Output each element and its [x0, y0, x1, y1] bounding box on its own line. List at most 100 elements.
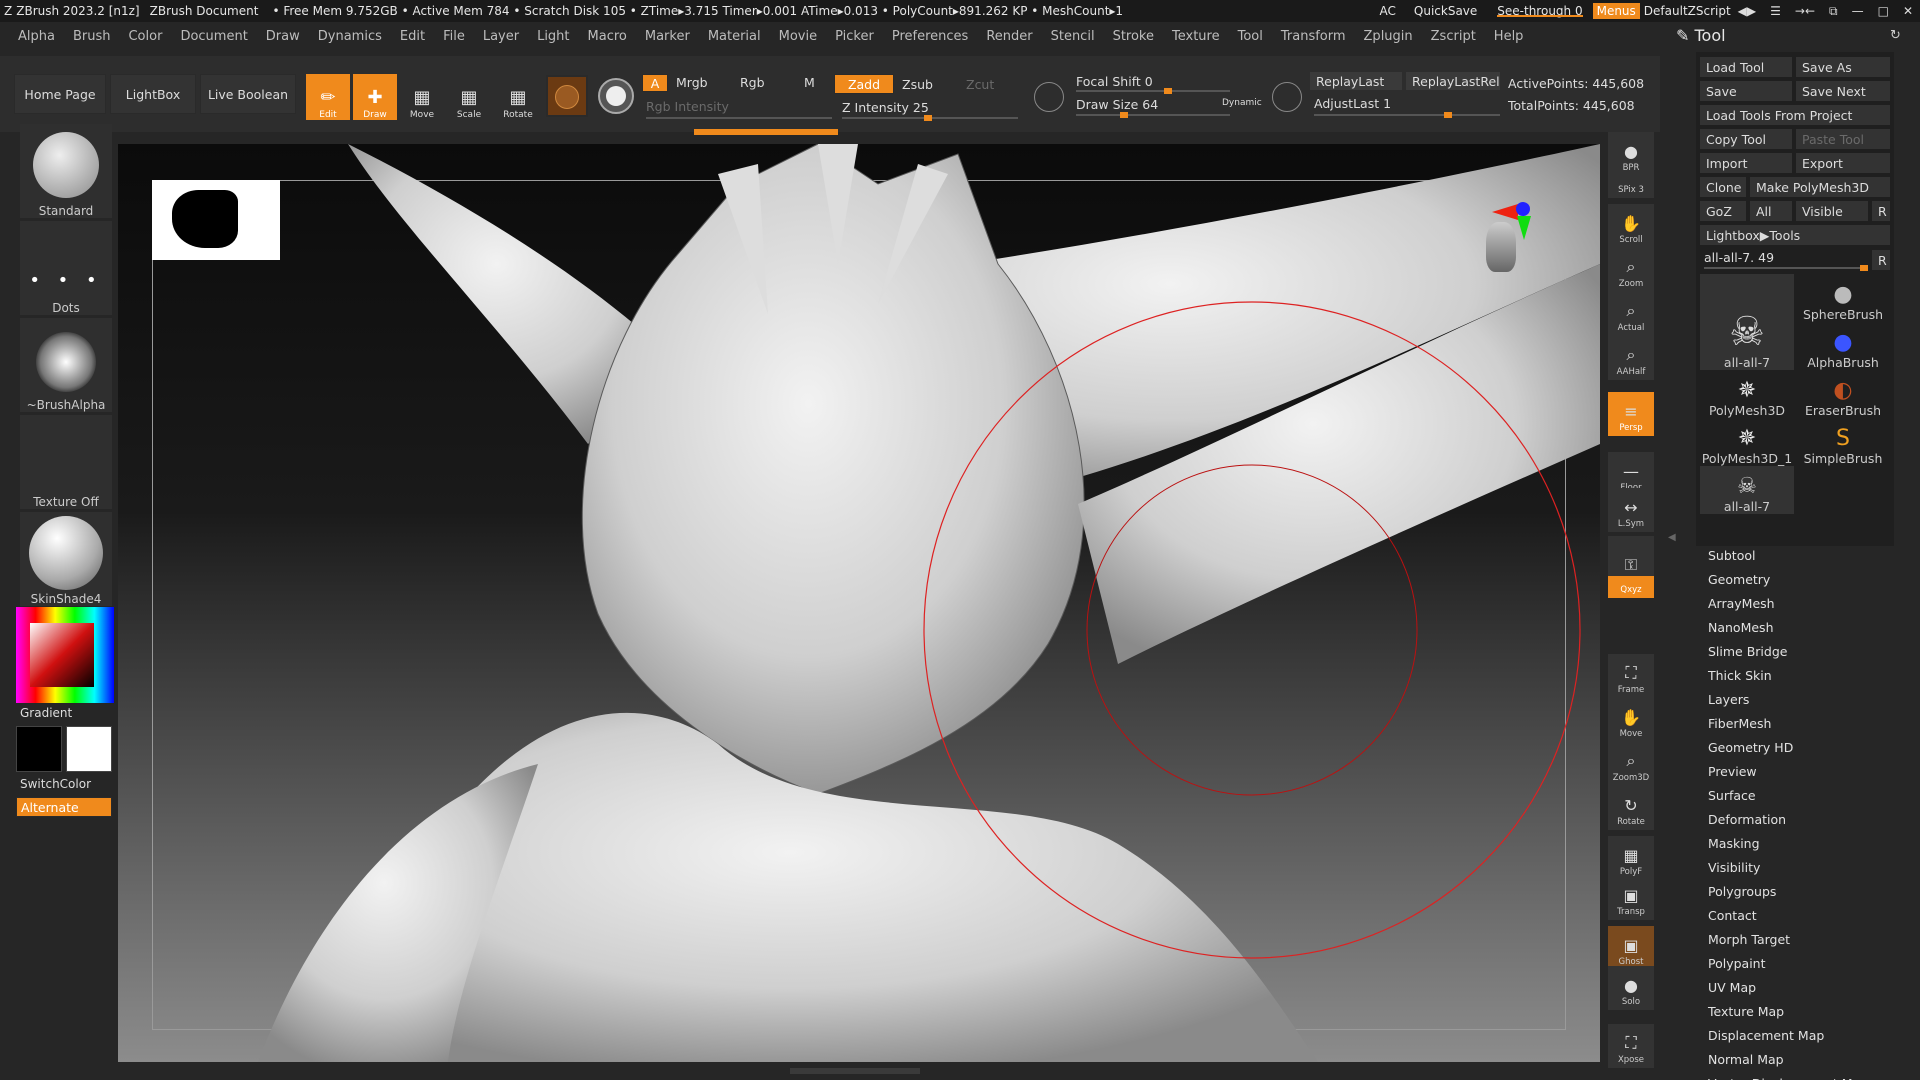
replay-last-rel-button[interactable]: ReplayLastRel	[1406, 72, 1500, 90]
color-picker[interactable]	[16, 607, 114, 703]
zadd-button[interactable]: Zadd	[834, 74, 894, 94]
stroke-mode-button[interactable]	[598, 78, 634, 114]
z-intensity-knob[interactable]	[924, 115, 932, 121]
import-button[interactable]: Import	[1700, 153, 1792, 173]
quicksave-button[interactable]: QuickSave	[1414, 4, 1477, 18]
tool-tile-polymesh3d[interactable]: ✵ PolyMesh3D	[1700, 370, 1794, 418]
all-button[interactable]: All	[1750, 201, 1792, 221]
subpalette-thick-skin[interactable]: Thick Skin	[1708, 668, 1772, 683]
subpalette-contact[interactable]: Contact	[1708, 908, 1757, 923]
goz-button[interactable]: GoZ	[1700, 201, 1746, 221]
subpalette-fibermesh[interactable]: FiberMesh	[1708, 716, 1771, 731]
menu-edit[interactable]: Edit	[400, 29, 425, 44]
zsub-button[interactable]: Zsub	[902, 77, 933, 92]
window-control-0-icon[interactable]: ◀▶	[1738, 4, 1756, 18]
dragon-sculpt[interactable]	[118, 144, 1600, 1062]
menu-render[interactable]: Render	[986, 29, 1032, 44]
edit-button[interactable]: ✏ Edit	[306, 74, 350, 120]
menu-color[interactable]: Color	[128, 29, 162, 44]
move-button[interactable]: ▦ Move	[400, 74, 444, 120]
m-button[interactable]: M	[804, 75, 815, 90]
default-zscript-button[interactable]: DefaultZScript	[1644, 4, 1731, 18]
material-selector[interactable]: SkinShade4	[20, 512, 112, 606]
move-button[interactable]: ✋ Move	[1608, 698, 1654, 742]
a-button[interactable]: A	[642, 74, 668, 92]
menu-brush[interactable]: Brush	[73, 29, 111, 44]
mrgb-button[interactable]: Mrgb	[676, 75, 708, 90]
subpalette-vector-displacement-map[interactable]: Vector Displacement Map	[1708, 1076, 1868, 1080]
window-control-5-icon[interactable]: □	[1878, 4, 1889, 18]
dynamic-icon[interactable]	[1272, 82, 1302, 112]
draw-button[interactable]: ✚ Draw	[353, 74, 397, 120]
switch-color-button[interactable]: SwitchColor	[20, 777, 91, 791]
material-swatch-button[interactable]	[546, 75, 588, 117]
subpalette-deformation[interactable]: Deformation	[1708, 812, 1786, 827]
bottom-tray-handle[interactable]	[790, 1068, 920, 1074]
save-next-button[interactable]: Save Next	[1796, 81, 1890, 101]
window-control-1-icon[interactable]: ☰	[1770, 4, 1781, 18]
subpalette-slime-bridge[interactable]: Slime Bridge	[1708, 644, 1787, 659]
persp-button[interactable]: ≡ Persp	[1608, 392, 1654, 436]
adjust-last-knob[interactable]	[1444, 112, 1452, 118]
adjust-last-slider[interactable]: AdjustLast 1	[1314, 96, 1391, 111]
subpalette-masking[interactable]: Masking	[1708, 836, 1760, 851]
window-control-3-icon[interactable]: ⧉	[1829, 4, 1838, 18]
window-control-2-icon[interactable]: →←	[1795, 4, 1815, 18]
menu-preferences[interactable]: Preferences	[892, 29, 968, 44]
texture-selector[interactable]: Texture Off	[20, 415, 112, 509]
subpalette-layers[interactable]: Layers	[1708, 692, 1749, 707]
orientation-gizmo[interactable]	[1482, 202, 1531, 292]
menu-tool[interactable]: Tool	[1238, 29, 1263, 44]
current-tool-slider[interactable]: all-all-7. 49	[1704, 250, 1774, 265]
menu-transform[interactable]: Transform	[1281, 29, 1346, 44]
panel-collapse-icon[interactable]: ◀	[1668, 532, 1676, 543]
canvas-viewport[interactable]	[118, 144, 1600, 1062]
tool-tile-simplebrush[interactable]: S SimpleBrush	[1796, 418, 1890, 466]
home-page-button[interactable]: Home Page	[14, 74, 106, 114]
load-tools-from-project-button[interactable]: Load Tools From Project	[1700, 105, 1890, 125]
ghost-button[interactable]: ▣ Ghost	[1608, 926, 1654, 970]
secondary-color-swatch[interactable]	[66, 726, 112, 772]
live-boolean-button[interactable]: Live Boolean	[200, 74, 296, 114]
tool-tile-all-all-7[interactable]: ☠ all-all-7	[1700, 274, 1794, 370]
visible-button[interactable]: Visible	[1796, 201, 1868, 221]
subpalette-nanomesh[interactable]: NanoMesh	[1708, 620, 1774, 635]
subpalette-texture-map[interactable]: Texture Map	[1708, 1004, 1784, 1019]
tool-tile-polymesh3d-1[interactable]: ✵ PolyMesh3D_1	[1700, 418, 1794, 466]
menu-document[interactable]: Document	[180, 29, 247, 44]
zcut-button[interactable]: Zcut	[966, 77, 994, 92]
menu-alpha[interactable]: Alpha	[18, 29, 55, 44]
menu-draw[interactable]: Draw	[266, 29, 300, 44]
scroll-button[interactable]: ✋ Scroll	[1608, 204, 1654, 248]
menu-stencil[interactable]: Stencil	[1051, 29, 1095, 44]
solo-button[interactable]: ● Solo	[1608, 966, 1654, 1010]
actual-button[interactable]: ⌕ Actual	[1608, 292, 1654, 336]
menu-movie[interactable]: Movie	[779, 29, 817, 44]
rotate-button[interactable]: ▦ Rotate	[496, 74, 540, 120]
subpalette-surface[interactable]: Surface	[1708, 788, 1756, 803]
menu-material[interactable]: Material	[708, 29, 761, 44]
tool-tile-eraserbrush[interactable]: ◐ EraserBrush	[1796, 370, 1890, 418]
focal-shift-knob[interactable]	[1164, 88, 1172, 94]
transp-button[interactable]: ▣ Transp	[1608, 876, 1654, 920]
menu-zscript[interactable]: Zscript	[1431, 29, 1476, 44]
subpalette-geometry-hd[interactable]: Geometry HD	[1708, 740, 1793, 755]
subpalette-geometry[interactable]: Geometry	[1708, 572, 1770, 587]
xyz-button[interactable]: Qxyz	[1608, 576, 1654, 598]
rgb-button[interactable]: Rgb	[740, 75, 765, 90]
subpalette-normal-map[interactable]: Normal Map	[1708, 1052, 1784, 1067]
menu-stroke[interactable]: Stroke	[1113, 29, 1154, 44]
polyf-button[interactable]: ▦ PolyF	[1608, 836, 1654, 880]
subpalette-preview[interactable]: Preview	[1708, 764, 1757, 779]
scale-button[interactable]: ▦ Scale	[447, 74, 491, 120]
subpalette-visibility[interactable]: Visibility	[1708, 860, 1760, 875]
window-control-6-icon[interactable]: ✕	[1903, 4, 1913, 18]
zoom-button[interactable]: ⌕ Zoom	[1608, 248, 1654, 292]
dynamic-toggle[interactable]: Dynamic	[1222, 98, 1262, 108]
subpalette-uv-map[interactable]: UV Map	[1708, 980, 1756, 995]
menu-file[interactable]: File	[443, 29, 465, 44]
menu-texture[interactable]: Texture	[1172, 29, 1220, 44]
subpalette-displacement-map[interactable]: Displacement Map	[1708, 1028, 1824, 1043]
tool-tile-all-all-7[interactable]: ☠ all-all-7	[1700, 466, 1794, 514]
brush-selector[interactable]: Standard	[20, 124, 112, 218]
